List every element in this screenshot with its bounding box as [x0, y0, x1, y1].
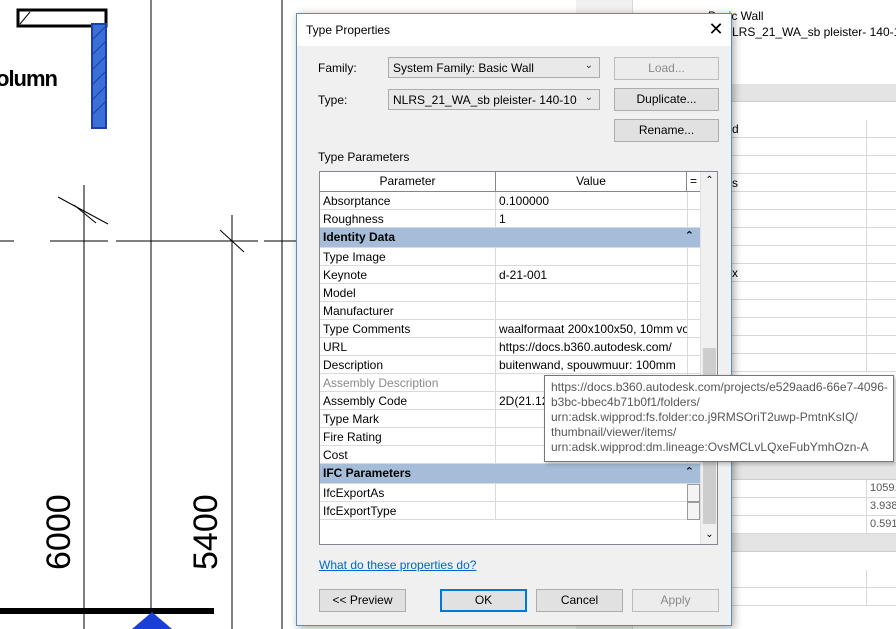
- parameters-grid: Parameter Value = Absorptance 0.100000 Rou…: [319, 171, 718, 545]
- formula-cell[interactable]: [687, 338, 700, 356]
- parameter-name: Roughness: [320, 210, 496, 228]
- family-label: Family:: [318, 61, 357, 75]
- formula-cell[interactable]: [687, 266, 700, 284]
- dialog-title: Type Properties: [306, 23, 391, 37]
- collapse-icon[interactable]: ⌃: [685, 465, 694, 478]
- parameter-name: Assembly Code: [320, 392, 496, 410]
- scroll-up-icon[interactable]: ⌃: [701, 172, 718, 190]
- parameter-value[interactable]: [496, 302, 687, 320]
- parameter-row[interactable]: Type Image: [320, 248, 700, 266]
- column-label: olumn: [0, 66, 58, 91]
- parameter-name: Keynote: [320, 266, 496, 284]
- tooltip-line: urn:adsk.wipprod:fs.folder:co.j9RMSOriT2…: [551, 410, 858, 424]
- section-title: Identity Data: [323, 230, 396, 244]
- parameter-name: Type Image: [320, 248, 496, 266]
- parameter-row[interactable]: Model: [320, 284, 700, 302]
- parameter-value[interactable]: [496, 484, 687, 502]
- formula-cell[interactable]: [687, 192, 700, 210]
- apply-button[interactable]: Apply: [632, 589, 719, 612]
- parameter-name: Assembly Description: [320, 374, 496, 392]
- ok-button[interactable]: OK: [440, 589, 527, 612]
- parameter-value[interactable]: https://docs.b360.autodesk.com/: [496, 338, 687, 356]
- formula-cell[interactable]: [687, 356, 700, 374]
- parameter-row[interactable]: Type Comments waalformaat 200x100x50, 10m…: [320, 320, 700, 338]
- url-tooltip: https://docs.b360.autodesk.com/projects/…: [544, 375, 894, 462]
- parameter-name: Model: [320, 284, 496, 302]
- preview-button[interactable]: << Preview: [319, 589, 406, 612]
- grid-section-header[interactable]: Identity Data ⌃: [320, 228, 700, 248]
- parameter-row[interactable]: IfcExportType: [320, 502, 700, 520]
- parameter-name: Type Comments: [320, 320, 496, 338]
- column-header-formula[interactable]: =: [687, 172, 700, 192]
- parameter-row[interactable]: Keynote d-21-001: [320, 266, 700, 284]
- close-icon[interactable]: ✕: [701, 14, 731, 44]
- type-label: Type:: [318, 93, 348, 107]
- rename-button[interactable]: Rename...: [614, 119, 719, 142]
- type-properties-dialog: Type Properties ✕ Family: System Family:…: [296, 13, 732, 626]
- column-header-parameter[interactable]: Parameter: [320, 172, 496, 192]
- section-title: IFC Parameters: [323, 466, 412, 480]
- formula-cell[interactable]: [687, 284, 700, 302]
- tooltip-line: urn:adsk.wipprod:dm.lineage:OvsMCLvLQxeF…: [551, 440, 869, 454]
- tooltip-line: thumbnail/viewer/items/: [551, 425, 677, 439]
- tooltip-line: b3bc-bbec4b71b0f1/folders/: [551, 395, 700, 409]
- grid-header: Parameter Value =: [320, 172, 700, 192]
- grid-section-header[interactable]: IFC Parameters ⌃: [320, 464, 700, 484]
- parameter-name: Cost: [320, 446, 496, 464]
- parameter-value[interactable]: 0.100000: [496, 192, 687, 210]
- parameter-value[interactable]: [496, 502, 687, 520]
- duplicate-button[interactable]: Duplicate...: [614, 88, 719, 111]
- formula-cell[interactable]: [687, 320, 700, 338]
- parameter-name: Manufacturer: [320, 302, 496, 320]
- parameter-value[interactable]: waalformaat 200x100x50, 10mm voe: [496, 320, 687, 338]
- parameter-row[interactable]: IfcExportAs: [320, 484, 700, 502]
- scroll-down-icon[interactable]: ⌄: [701, 526, 718, 544]
- vertical-scrollbar[interactable]: ⌃ ⌄: [700, 172, 717, 544]
- formula-cell[interactable]: [687, 502, 700, 520]
- parameter-row[interactable]: Absorptance 0.100000: [320, 192, 700, 210]
- parameter-name: URL: [320, 338, 496, 356]
- parameter-value[interactable]: d-21-001: [496, 266, 687, 284]
- formula-cell[interactable]: [687, 210, 700, 228]
- help-link[interactable]: What do these properties do?: [319, 558, 476, 572]
- collapse-icon[interactable]: ⌃: [685, 229, 694, 242]
- formula-cell[interactable]: [687, 484, 700, 502]
- dialog-titlebar[interactable]: Type Properties ✕: [297, 14, 731, 46]
- chevron-down-icon: ⌄: [584, 92, 593, 103]
- parameter-name: IfcExportType: [320, 502, 496, 520]
- type-dropdown[interactable]: NLRS_21_WA_sb pleister- 140-10mm_g⌄: [388, 89, 600, 110]
- load-button[interactable]: Load...: [614, 57, 719, 80]
- parameter-row[interactable]: URL https://docs.b360.autodesk.com/: [320, 338, 700, 356]
- family-dropdown[interactable]: System Family: Basic Wall ⌄: [388, 57, 600, 78]
- parameter-value[interactable]: [496, 284, 687, 302]
- parameter-row[interactable]: Description buitenwand, spouwmuur: 100mm: [320, 356, 700, 374]
- parameter-value[interactable]: buitenwand, spouwmuur: 100mm: [496, 356, 687, 374]
- tooltip-line: https://docs.b360.autodesk.com/projects/…: [551, 380, 888, 394]
- dimension-text-right: 5400: [187, 494, 225, 570]
- parameter-value[interactable]: 1: [496, 210, 687, 228]
- dimension-text-left: 6000: [40, 494, 78, 570]
- parameter-name: Type Mark: [320, 410, 496, 428]
- palette-type-subname: LRS_21_WA_sb pleister- 140-10mm: [732, 25, 896, 39]
- chevron-down-icon: ⌄: [584, 60, 593, 71]
- section-marker: [132, 612, 172, 629]
- formula-cell[interactable]: [687, 302, 700, 320]
- parameter-name: Description: [320, 356, 496, 374]
- column-header-value[interactable]: Value: [496, 172, 687, 192]
- parameter-name: Fire Rating: [320, 428, 496, 446]
- formula-cell[interactable]: [687, 248, 700, 266]
- parameter-name: IfcExportAs: [320, 484, 496, 502]
- parameter-row[interactable]: Manufacturer: [320, 302, 700, 320]
- parameter-value[interactable]: [496, 248, 687, 266]
- parameter-row[interactable]: Roughness 1: [320, 210, 700, 228]
- wall-hatch: [19, 11, 31, 25]
- cancel-button[interactable]: Cancel: [536, 589, 623, 612]
- parameter-name: Absorptance: [320, 192, 496, 210]
- type-parameters-label: Type Parameters: [318, 150, 410, 164]
